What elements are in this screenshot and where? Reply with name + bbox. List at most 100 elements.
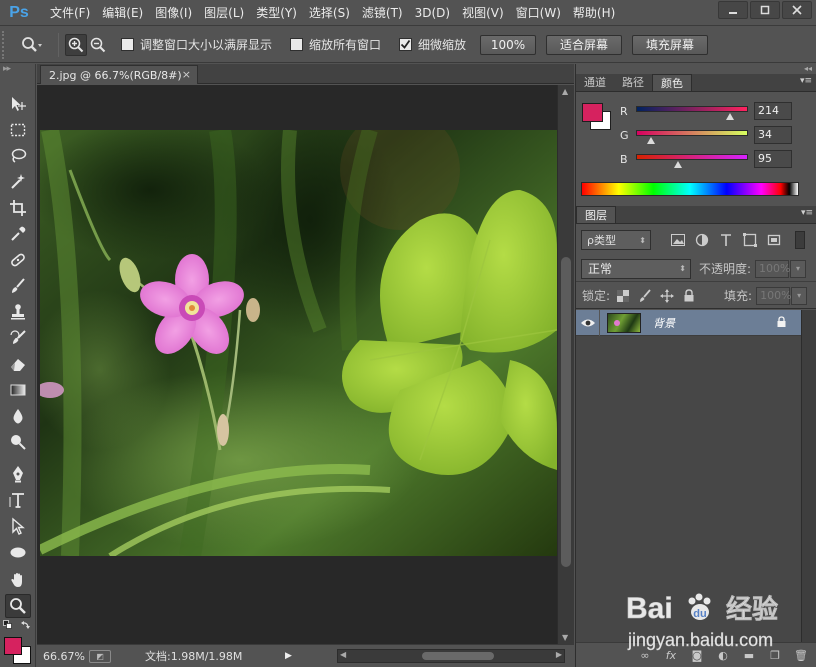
- delete-layer-icon[interactable]: 🗑: [793, 649, 809, 662]
- zoom-all-option[interactable]: 缩放所有窗口: [290, 36, 381, 53]
- green-slider-track[interactable]: [636, 130, 748, 136]
- blend-mode-select[interactable]: 正常 ⬍: [581, 258, 691, 279]
- zoom-tool[interactable]: [5, 594, 31, 618]
- actual-pixels-button[interactable]: 100%: [480, 34, 537, 55]
- lasso-tool[interactable]: [5, 144, 31, 168]
- fill-field[interactable]: 100%: [756, 286, 792, 305]
- red-slider-marker[interactable]: [726, 113, 734, 120]
- menu-filter[interactable]: 滤镜(T): [356, 1, 409, 25]
- filter-smart-object-button[interactable]: [765, 232, 783, 248]
- add-mask-icon[interactable]: ◙: [689, 649, 705, 662]
- restore-button[interactable]: [750, 1, 780, 19]
- menu-file[interactable]: 文件(F): [44, 1, 96, 25]
- fill-screen-button[interactable]: 填充屏幕: [632, 34, 709, 55]
- blue-slider-track[interactable]: [636, 154, 748, 160]
- scrubby-zoom-checkbox[interactable]: [399, 38, 413, 51]
- vertical-scrollbar[interactable]: ▲ ▼: [557, 85, 574, 644]
- hand-tool[interactable]: [5, 568, 31, 592]
- new-adjustment-layer-icon[interactable]: ◐: [715, 649, 731, 662]
- eyedropper-tool[interactable]: [5, 222, 31, 246]
- tab-layers[interactable]: 图层: [576, 206, 616, 223]
- layers-panel-menu-icon[interactable]: ▾≡: [801, 208, 813, 218]
- new-group-icon[interactable]: ▬: [741, 649, 757, 662]
- options-bar-grip[interactable]: [2, 30, 12, 59]
- zoom-out-button[interactable]: [87, 34, 109, 56]
- layer-filter-select[interactable]: ρ类型 ⬍: [581, 230, 651, 250]
- tools-collapse-icon[interactable]: ▸▸: [0, 64, 35, 74]
- clone-stamp-tool[interactable]: [5, 300, 31, 324]
- color-spectrum-bar[interactable]: [581, 182, 799, 196]
- eraser-tool[interactable]: [5, 352, 31, 376]
- green-value-field[interactable]: 34: [754, 126, 792, 144]
- new-layer-icon[interactable]: ❐: [767, 649, 783, 662]
- lock-transparent-pixels-button[interactable]: [614, 288, 632, 304]
- scrubby-zoom-option[interactable]: 细微缩放: [399, 36, 466, 53]
- blue-slider-marker[interactable]: [674, 161, 682, 168]
- filter-adjustment-button[interactable]: [693, 232, 711, 248]
- zoom-level[interactable]: 66.67%: [37, 650, 85, 663]
- document-tab[interactable]: 2.jpg @ 66.7%(RGB/8#) ×: [40, 65, 198, 84]
- scroll-down-icon[interactable]: ▼: [562, 633, 568, 642]
- dodge-tool[interactable]: [5, 430, 31, 454]
- menu-type[interactable]: 类型(Y): [250, 1, 303, 25]
- type-tool[interactable]: [5, 488, 31, 512]
- brush-tool[interactable]: [5, 274, 31, 298]
- close-button[interactable]: [782, 1, 812, 19]
- panel-menu-icon[interactable]: ▾≡: [800, 76, 812, 86]
- menu-3d[interactable]: 3D(D): [409, 1, 456, 25]
- menu-help[interactable]: 帮助(H): [567, 1, 621, 25]
- path-selection-tool[interactable]: [5, 514, 31, 538]
- layer-visibility-toggle[interactable]: [576, 309, 600, 336]
- filter-pixel-button[interactable]: [669, 232, 687, 248]
- layer-name[interactable]: 背景: [653, 315, 675, 331]
- blue-value-field[interactable]: 95: [754, 150, 792, 168]
- horizontal-scrollbar[interactable]: ◀ ▶: [337, 649, 565, 663]
- tab-channels[interactable]: 通道: [576, 74, 614, 91]
- lock-all-button[interactable]: [680, 288, 698, 304]
- tab-color[interactable]: 颜色: [652, 74, 692, 91]
- resize-windows-checkbox[interactable]: [121, 38, 134, 51]
- quick-select-tool[interactable]: [5, 170, 31, 194]
- link-layers-icon[interactable]: ∞: [637, 649, 653, 662]
- zoom-in-button[interactable]: [65, 33, 87, 56]
- opacity-dropdown-button[interactable]: ▾: [790, 259, 807, 278]
- layer-style-icon[interactable]: fx: [663, 649, 679, 662]
- layers-scrollbar[interactable]: [801, 310, 816, 642]
- scroll-right-icon[interactable]: ▶: [556, 650, 562, 659]
- opacity-field[interactable]: 100%: [755, 259, 791, 278]
- lock-position-button[interactable]: [658, 288, 676, 304]
- fit-screen-button[interactable]: 适合屏幕: [546, 34, 623, 55]
- filter-shape-button[interactable]: [741, 232, 759, 248]
- swap-colors-icon[interactable]: [21, 620, 31, 630]
- foreground-color-swatch[interactable]: [4, 637, 22, 655]
- pen-tool[interactable]: [5, 462, 31, 486]
- resize-windows-option[interactable]: 调整窗口大小以满屏显示: [121, 36, 272, 53]
- status-menu-arrow-icon[interactable]: ▶: [285, 651, 292, 661]
- color-panel-foreground-swatch[interactable]: [582, 103, 603, 122]
- filter-type-button[interactable]: [717, 232, 735, 248]
- filter-toggle-switch[interactable]: [795, 231, 805, 249]
- gradient-tool[interactable]: [5, 378, 31, 402]
- menu-view[interactable]: 视图(V): [456, 1, 510, 25]
- menu-image[interactable]: 图像(I): [149, 1, 198, 25]
- zoom-all-checkbox[interactable]: [290, 38, 304, 51]
- panel-collapse-icon[interactable]: ◂◂: [576, 64, 816, 74]
- minimize-button[interactable]: [718, 1, 748, 19]
- layer-thumbnail[interactable]: [607, 312, 641, 333]
- red-value-field[interactable]: 214: [754, 102, 792, 120]
- menu-edit[interactable]: 编辑(E): [96, 1, 149, 25]
- fill-dropdown-button[interactable]: ▾: [791, 286, 808, 305]
- scroll-up-icon[interactable]: ▲: [562, 87, 568, 96]
- healing-brush-tool[interactable]: [5, 248, 31, 272]
- crop-tool[interactable]: [5, 196, 31, 220]
- blur-tool[interactable]: [5, 404, 31, 428]
- default-colors-icon[interactable]: [3, 620, 13, 630]
- marquee-tool[interactable]: [5, 118, 31, 142]
- horizontal-scroll-thumb[interactable]: [422, 652, 494, 660]
- lock-image-pixels-button[interactable]: [636, 288, 654, 304]
- scroll-left-icon[interactable]: ◀: [340, 650, 346, 659]
- tool-preset-picker[interactable]: [12, 32, 52, 58]
- red-slider-track[interactable]: [636, 106, 748, 112]
- menu-select[interactable]: 选择(S): [303, 1, 356, 25]
- shape-tool[interactable]: [5, 540, 31, 564]
